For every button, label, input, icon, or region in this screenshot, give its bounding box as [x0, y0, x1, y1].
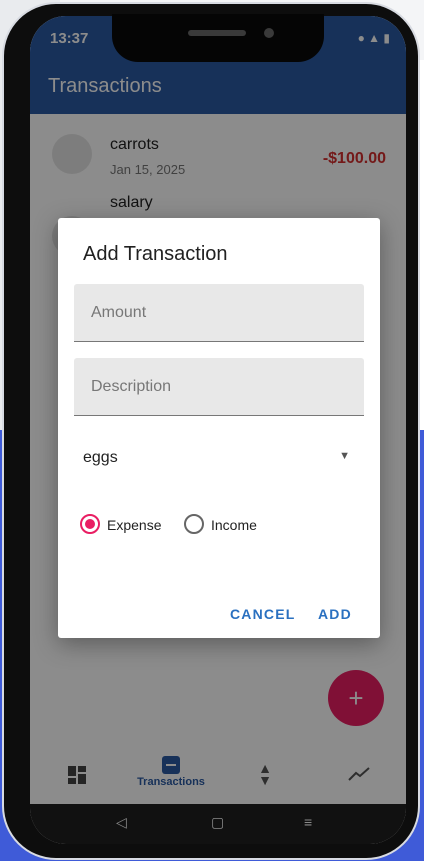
speaker-icon — [188, 30, 246, 36]
cancel-button[interactable]: CANCEL — [230, 606, 296, 622]
camera-icon — [264, 28, 274, 38]
back-icon[interactable]: ◁ — [116, 814, 127, 831]
income-radio-label: Income — [211, 517, 257, 533]
description-input[interactable] — [74, 358, 364, 415]
category-select[interactable]: eggs ▼ — [74, 440, 364, 476]
description-field — [74, 358, 364, 416]
phone-screen: 13:37 ● ▲ ▮ Transactions carrots Jan 15,… — [30, 16, 406, 844]
dropdown-arrow-icon: ▼ — [339, 450, 350, 462]
system-navigation-bar: ◁ ▢ ≡ — [30, 804, 406, 844]
expense-radio-circle[interactable] — [80, 514, 100, 534]
income-radio-circle[interactable] — [184, 514, 204, 534]
amount-input[interactable] — [74, 284, 364, 341]
recents-icon[interactable]: ≡ — [304, 814, 312, 830]
home-icon[interactable]: ▢ — [211, 814, 224, 831]
amount-field — [74, 284, 364, 342]
expense-radio-label: Expense — [107, 517, 162, 533]
phone-notch — [112, 14, 324, 62]
add-transaction-dialog: Add Transaction eggs ▼ Expense Income — [58, 218, 380, 638]
phone-frame: 13:37 ● ▲ ▮ Transactions carrots Jan 15,… — [4, 4, 418, 858]
add-button[interactable]: ADD — [318, 606, 352, 622]
dialog-title: Add Transaction — [83, 243, 228, 265]
category-value: eggs — [83, 449, 118, 466]
